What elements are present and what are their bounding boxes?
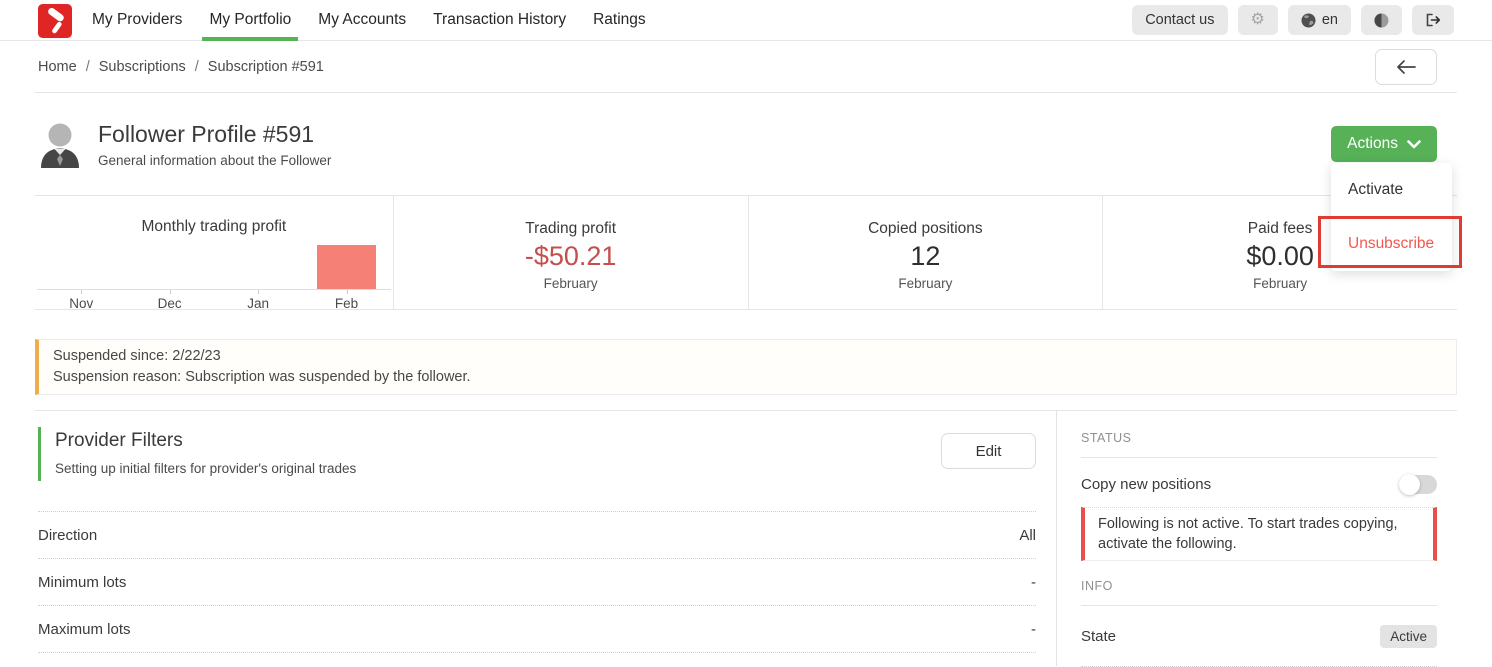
arrow-left-icon: [1396, 60, 1416, 74]
breadcrumb-subscriptions[interactable]: Subscriptions: [99, 59, 186, 75]
stat-label: Trading profit: [394, 220, 748, 238]
page-subtitle: General information about the Follower: [98, 153, 331, 168]
toggle-knob: [1399, 474, 1420, 495]
app-logo-icon[interactable]: [38, 4, 72, 38]
provider-filters-section: Provider Filters Setting up initial filt…: [0, 411, 1057, 666]
filter-label: Minimum lots: [38, 574, 126, 591]
following-inactive-warning: Following is not active. To start trades…: [1081, 507, 1437, 561]
chart-bar-feb: [317, 245, 375, 289]
stats-row: Monthly trading profit NovDecJanFeb Trad…: [35, 195, 1457, 310]
filter-row-direction: Direction All: [38, 512, 1036, 559]
filter-label: Direction: [38, 527, 97, 544]
nav-transaction-history[interactable]: Transaction History: [433, 11, 566, 29]
nav-my-accounts[interactable]: My Accounts: [318, 11, 406, 29]
menu-item-activate[interactable]: Activate: [1331, 163, 1452, 217]
nav-my-portfolio[interactable]: My Portfolio: [209, 11, 291, 29]
contact-us-button[interactable]: Contact us: [1132, 5, 1227, 35]
bar-slot-dec: [125, 242, 213, 289]
nav-ratings[interactable]: Ratings: [593, 11, 646, 29]
settings-button[interactable]: ⚙: [1238, 5, 1278, 35]
bar-slot-nov: [37, 242, 125, 289]
filter-label: Maximum lots: [38, 621, 131, 638]
breadcrumb-row: Home / Subscriptions / Subscription #591: [0, 41, 1492, 92]
stat-period: February: [394, 276, 748, 291]
bar-slot-feb: [302, 242, 390, 289]
language-button[interactable]: en: [1288, 5, 1351, 35]
filter-value: -: [1031, 574, 1036, 591]
language-label: en: [1322, 12, 1338, 28]
theme-toggle-button[interactable]: [1361, 5, 1402, 35]
stat-period: February: [1103, 276, 1457, 291]
stat-card: Trading profit -$50.21 February: [393, 196, 748, 309]
stat-value: 12: [749, 241, 1103, 272]
filters-list: Direction All Minimum lots - Maximum lot…: [38, 511, 1036, 653]
status-heading: STATUS: [1081, 427, 1437, 458]
stat-card: Copied positions 12 February: [748, 196, 1103, 309]
state-badge: Active: [1380, 625, 1437, 648]
chart-x-label: Feb: [302, 296, 390, 311]
filter-value: -: [1031, 621, 1036, 638]
gear-icon: ⚙: [1251, 12, 1265, 28]
avatar: [38, 121, 82, 168]
stat-value: -$50.21: [394, 241, 748, 272]
stat-label: Copied positions: [749, 220, 1103, 238]
bar-slot-jan: [214, 242, 302, 289]
section-title: Provider Filters: [55, 430, 356, 452]
state-row: State Active: [1081, 606, 1437, 667]
breadcrumb: Home / Subscriptions / Subscription #591: [38, 59, 324, 75]
info-heading: INFO: [1081, 575, 1437, 606]
profile-identity: Follower Profile #591 General informatio…: [38, 121, 331, 168]
provider-filters-heading: Provider Filters Setting up initial filt…: [38, 427, 356, 481]
chart-x-labels: NovDecJanFeb: [37, 296, 391, 311]
filter-row-minimum-lots: Minimum lots -: [38, 559, 1036, 606]
copy-new-positions-label: Copy new positions: [1081, 476, 1211, 493]
status-sidebar: STATUS Copy new positions Following is n…: [1057, 411, 1492, 666]
active-tab-underline: [202, 37, 298, 41]
globe-icon: [1301, 13, 1316, 28]
top-navbar: My Providers My Portfolio My Accounts Tr…: [0, 0, 1492, 41]
breadcrumb-separator: /: [86, 59, 90, 75]
logout-button[interactable]: [1412, 5, 1454, 35]
profile-header: Follower Profile #591 General informatio…: [0, 93, 1492, 195]
page-title: Follower Profile #591: [98, 121, 331, 148]
chart-x-label: Jan: [214, 296, 302, 311]
chart-x-label: Dec: [125, 296, 213, 311]
topbar-actions: Contact us ⚙ en: [1132, 5, 1454, 35]
actions-dropdown-menu: Activate Unsubscribe: [1331, 163, 1452, 271]
stat-period: February: [749, 276, 1103, 291]
suspension-alert: Suspended since: 2/22/23 Suspension reas…: [35, 339, 1457, 395]
filter-value: All: [1019, 527, 1036, 544]
breadcrumb-home[interactable]: Home: [38, 59, 77, 75]
suspension-since-text: Suspended since: 2/22/23: [53, 346, 1442, 367]
edit-button[interactable]: Edit: [941, 433, 1036, 469]
back-button[interactable]: [1375, 49, 1437, 85]
main-area: Provider Filters Setting up initial filt…: [0, 411, 1492, 666]
filter-row-maximum-lots: Maximum lots -: [38, 606, 1036, 653]
main-nav: My Providers My Portfolio My Accounts Tr…: [92, 11, 646, 29]
menu-item-unsubscribe[interactable]: Unsubscribe: [1331, 217, 1452, 271]
breadcrumb-separator: /: [195, 59, 199, 75]
copy-new-positions-toggle[interactable]: [1399, 475, 1437, 494]
logout-icon: [1425, 13, 1441, 27]
monthly-profit-chart-card: Monthly trading profit NovDecJanFeb: [35, 196, 393, 309]
state-label: State: [1081, 628, 1116, 645]
copy-new-positions-row: Copy new positions: [1081, 458, 1437, 507]
section-subtitle: Setting up initial filters for provider'…: [55, 461, 356, 476]
chart-title: Monthly trading profit: [37, 218, 391, 236]
half-moon-theme-icon: [1374, 13, 1389, 28]
nav-my-providers[interactable]: My Providers: [92, 11, 182, 29]
chart-bars: [37, 242, 391, 290]
breadcrumb-current: Subscription #591: [208, 59, 324, 75]
chart-x-label: Nov: [37, 296, 125, 311]
chevron-down-icon: [1407, 140, 1421, 149]
actions-button[interactable]: Actions: [1331, 126, 1437, 162]
suspension-reason-text: Suspension reason: Subscription was susp…: [53, 367, 1442, 388]
